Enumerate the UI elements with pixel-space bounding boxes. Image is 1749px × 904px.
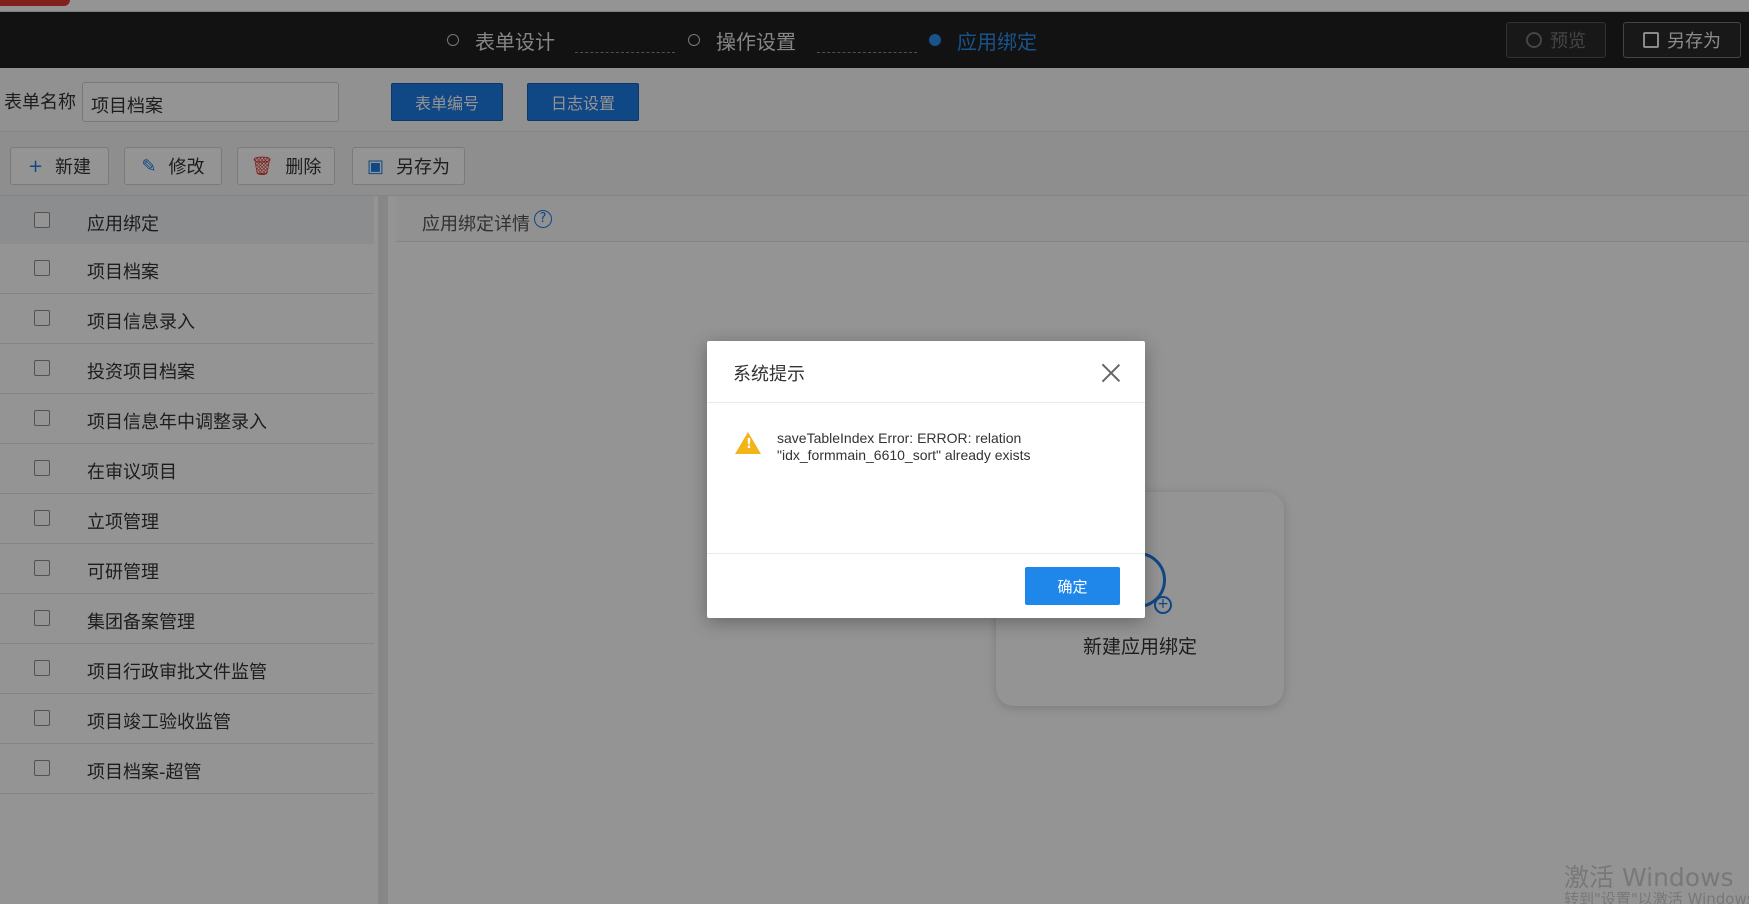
dialog-message: saveTableIndex Error: ERROR: relation "i… — [777, 430, 1031, 463]
system-alert-dialog: 系统提示 ! saveTableIndex Error: ERROR: rela… — [707, 341, 1145, 618]
dialog-footer: 确定 — [707, 553, 1145, 618]
close-icon[interactable] — [1099, 361, 1123, 385]
warning-icon: ! — [735, 432, 761, 454]
dialog-title: 系统提示 — [733, 364, 805, 385]
confirm-button[interactable]: 确定 — [1025, 567, 1120, 605]
dialog-header: 系统提示 — [707, 341, 1145, 403]
